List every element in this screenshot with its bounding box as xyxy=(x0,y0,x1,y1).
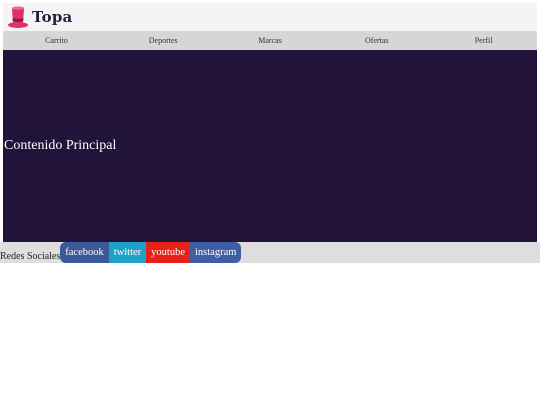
brand-name[interactable]: Topa xyxy=(32,8,72,26)
twitter-link[interactable]: twitter xyxy=(108,242,147,263)
page: Topa Carrito Deportes Marcas Ofertas Per… xyxy=(0,0,540,405)
instagram-link[interactable]: instagram xyxy=(190,242,242,263)
main-title: Contenido Principal xyxy=(4,138,117,153)
nav-item-marcas[interactable]: Marcas xyxy=(217,36,324,45)
youtube-link[interactable]: youtube xyxy=(146,242,190,263)
nav-item-deportes[interactable]: Deportes xyxy=(110,36,217,45)
facebook-link[interactable]: facebook xyxy=(60,242,109,263)
site-header: Topa xyxy=(3,3,537,32)
main-content: Contenido Principal xyxy=(3,50,537,242)
footer-label: Redes Sociales xyxy=(0,251,61,262)
social-links: facebook twitter youtube instagram xyxy=(60,242,242,263)
main-nav: Carrito Deportes Marcas Ofertas Perfil xyxy=(3,31,537,50)
top-hat-icon xyxy=(8,6,28,28)
nav-item-carrito[interactable]: Carrito xyxy=(3,36,110,45)
site-footer: Redes Sociales facebook twitter youtube … xyxy=(0,242,540,263)
nav-item-perfil[interactable]: Perfil xyxy=(430,36,537,45)
nav-item-ofertas[interactable]: Ofertas xyxy=(323,36,430,45)
